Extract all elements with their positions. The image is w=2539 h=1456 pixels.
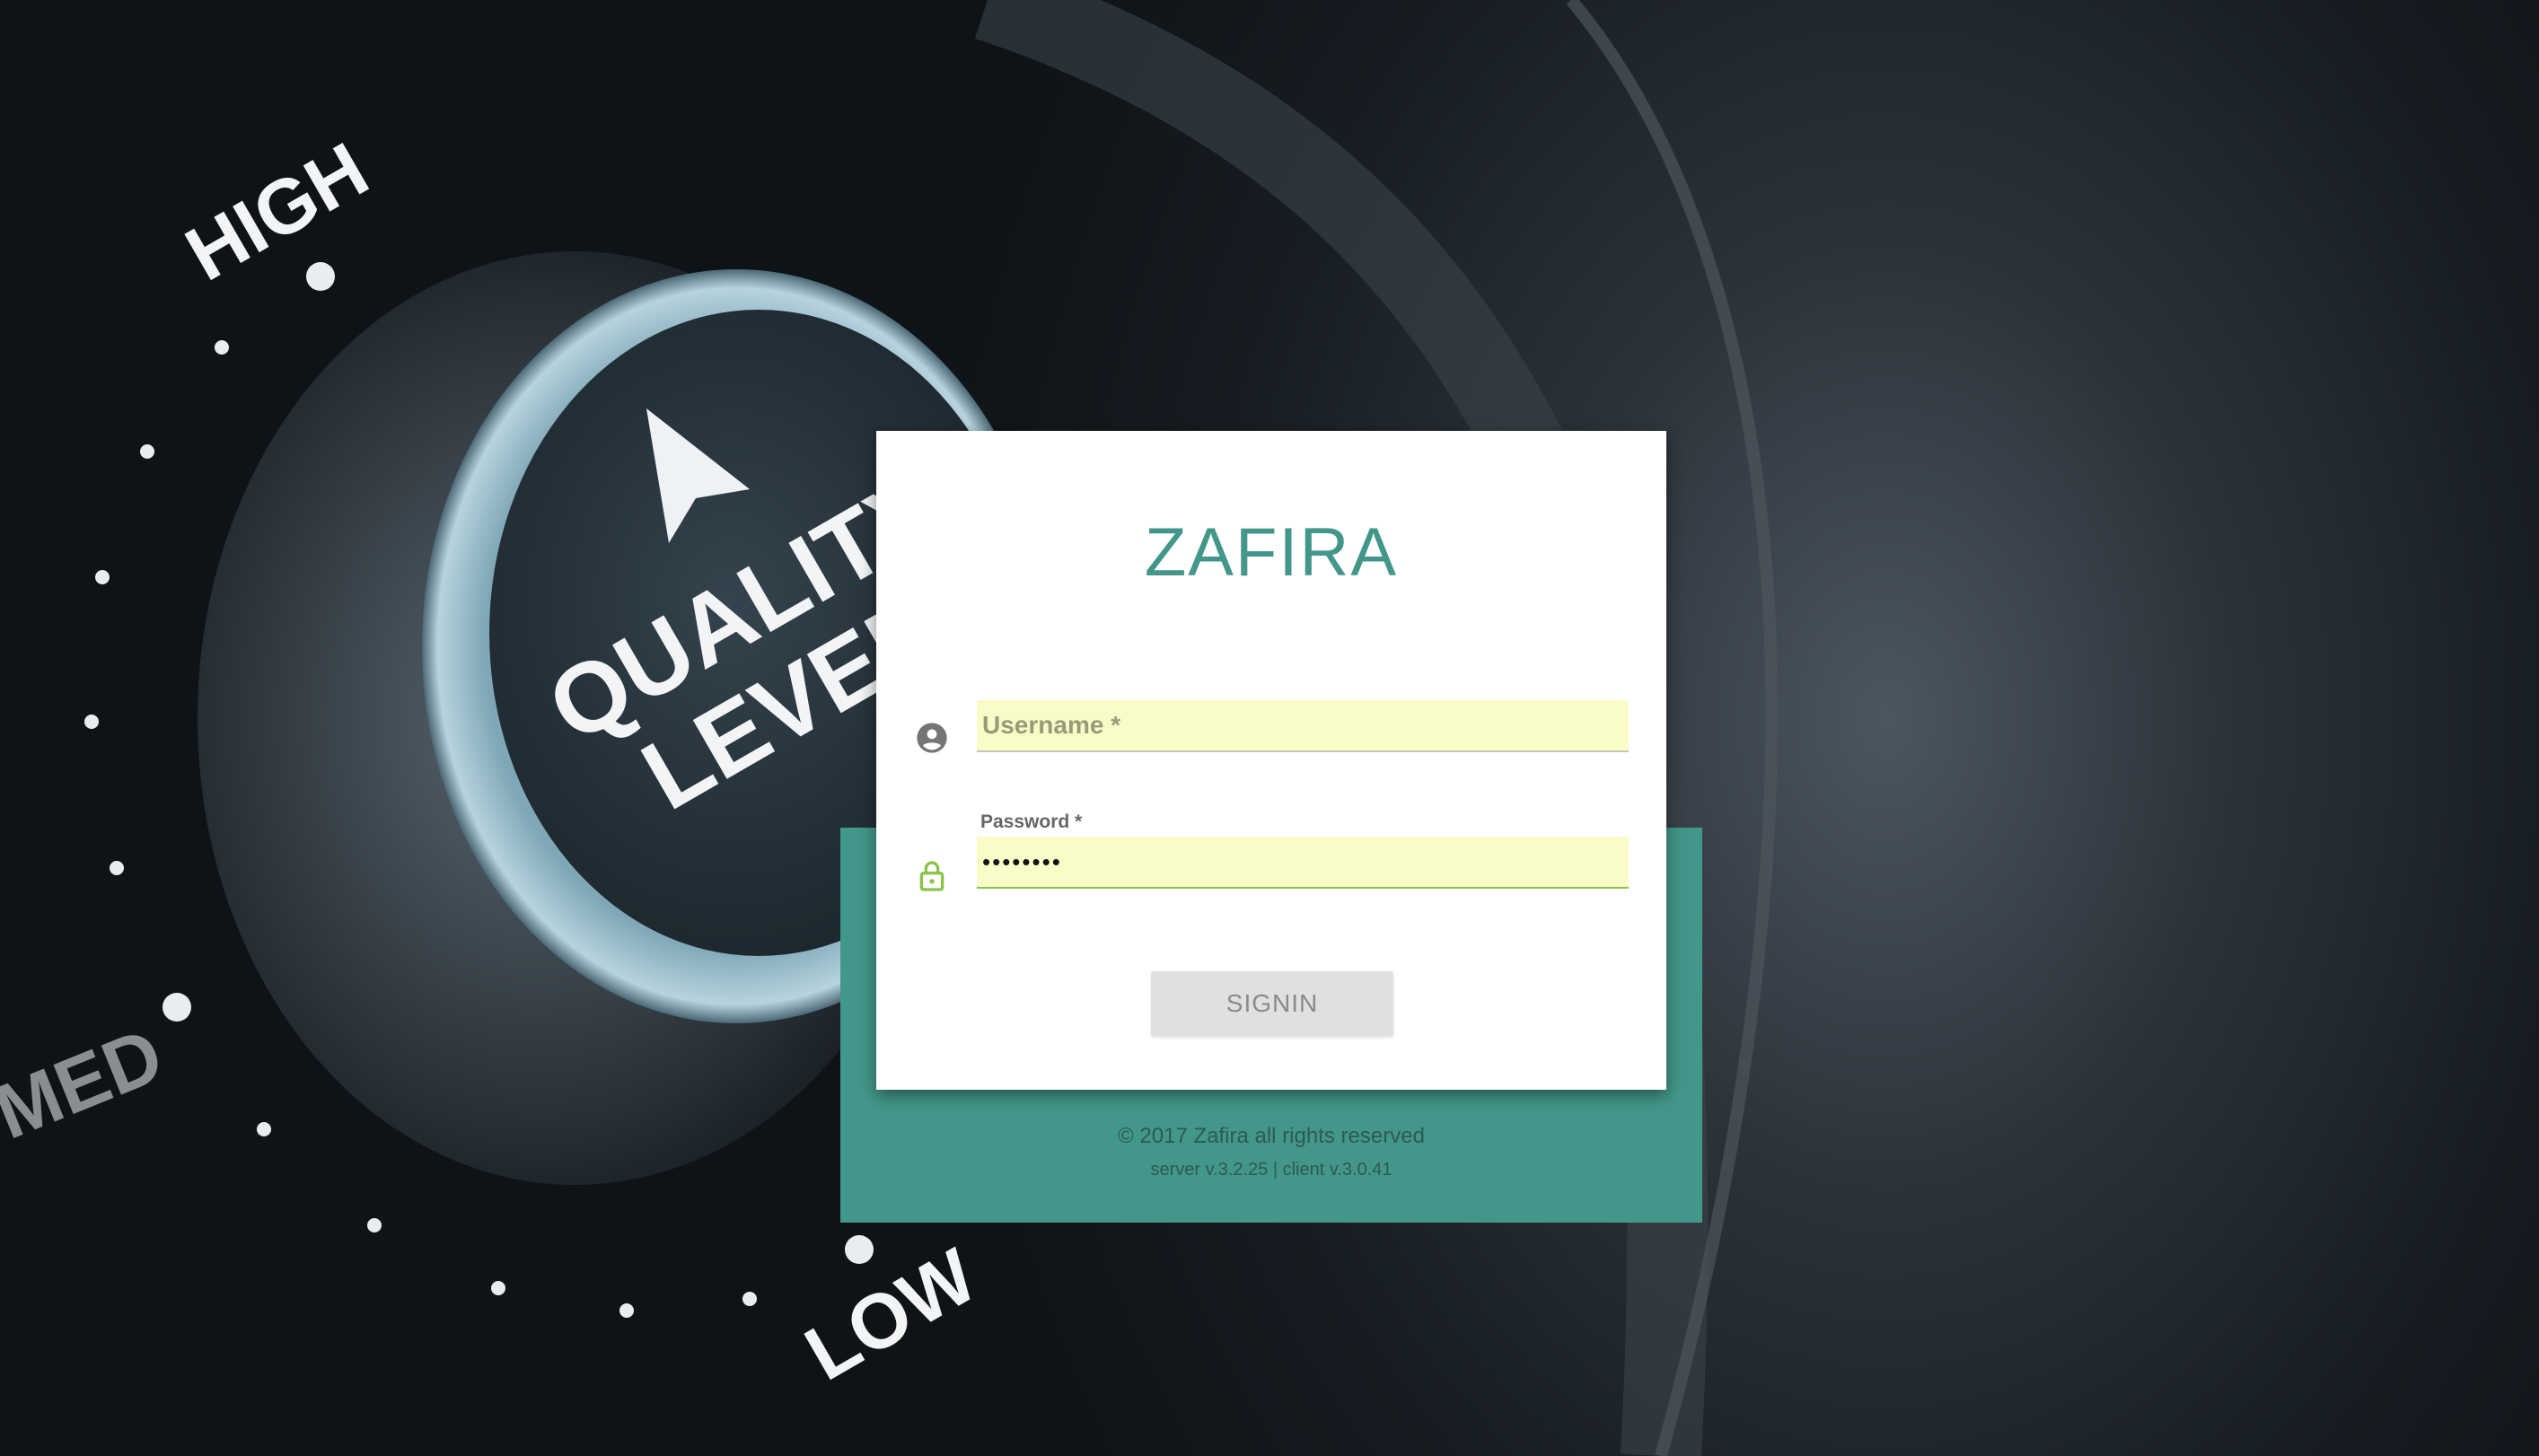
footer-copyright: © 2017 Zafira all rights reserved — [1118, 1124, 1425, 1148]
password-label: Password * — [980, 811, 1083, 832]
password-input[interactable] — [977, 837, 1629, 889]
brand-title: ZAFIRA — [1144, 514, 1399, 591]
dial-label-med: MED — [0, 1012, 174, 1156]
signin-button[interactable]: SIGNIN — [1151, 971, 1393, 1036]
footer-version: server v.3.2.25 | client v.3.0.41 — [1150, 1160, 1392, 1180]
lock-icon — [919, 861, 944, 891]
login-card: ZAFIRA Password * SIGNIN — [876, 431, 1666, 1090]
dial-label-low: LOW — [792, 1232, 991, 1398]
account-circle-icon — [917, 723, 947, 753]
username-input[interactable] — [977, 700, 1629, 752]
login-page: QUALITY LEVEL HIGH MED LOW © 2017 Zafira… — [0, 0, 2539, 1456]
dial-label-high: HIGH — [172, 127, 382, 298]
